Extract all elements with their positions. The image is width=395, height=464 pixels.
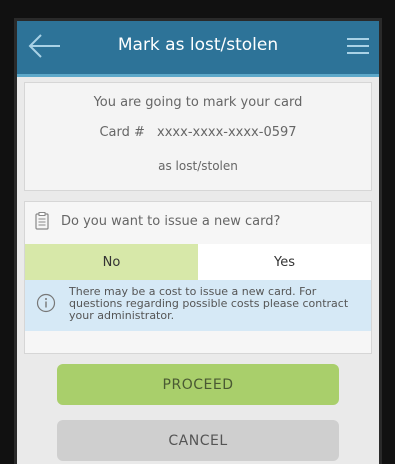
card-number-value: xxxx-xxxx-xxxx-0597 xyxy=(157,125,297,140)
cost-notice: There may be a cost to issue a new card.… xyxy=(25,280,371,331)
top-bar: Mark as lost/stolen xyxy=(17,21,379,77)
info-message-suffix: as lost/stolen xyxy=(158,159,238,173)
app-screen: Mark as lost/stolen You are going to mar… xyxy=(17,21,379,464)
option-yes-button[interactable]: Yes xyxy=(198,244,371,280)
card-number-label: Card # xyxy=(99,125,145,140)
new-card-question-panel: Do you want to issue a new card? No Yes … xyxy=(24,201,372,354)
option-no-button[interactable]: No xyxy=(25,244,198,280)
notice-text: There may be a cost to issue a new card.… xyxy=(69,285,349,322)
card-info-panel: You are going to mark your card Card # x… xyxy=(24,82,372,191)
question-row: Do you want to issue a new card? xyxy=(35,212,361,232)
info-icon xyxy=(36,293,56,313)
card-number-row: Card # xxxx-xxxx-xxxx-0597 xyxy=(25,125,371,140)
page-title: Mark as lost/stolen xyxy=(117,35,279,55)
hamburger-menu-icon[interactable] xyxy=(347,35,369,57)
issue-new-card-toggle: No Yes xyxy=(25,244,371,280)
clipboard-icon xyxy=(35,212,49,230)
question-text: Do you want to issue a new card? xyxy=(61,214,281,229)
proceed-button[interactable]: PROCEED xyxy=(57,364,339,405)
info-message: You are going to mark your card xyxy=(93,95,303,110)
device-frame: Mark as lost/stolen You are going to mar… xyxy=(14,18,382,464)
back-arrow-icon[interactable] xyxy=(27,33,63,59)
cancel-button[interactable]: CANCEL xyxy=(57,420,339,461)
